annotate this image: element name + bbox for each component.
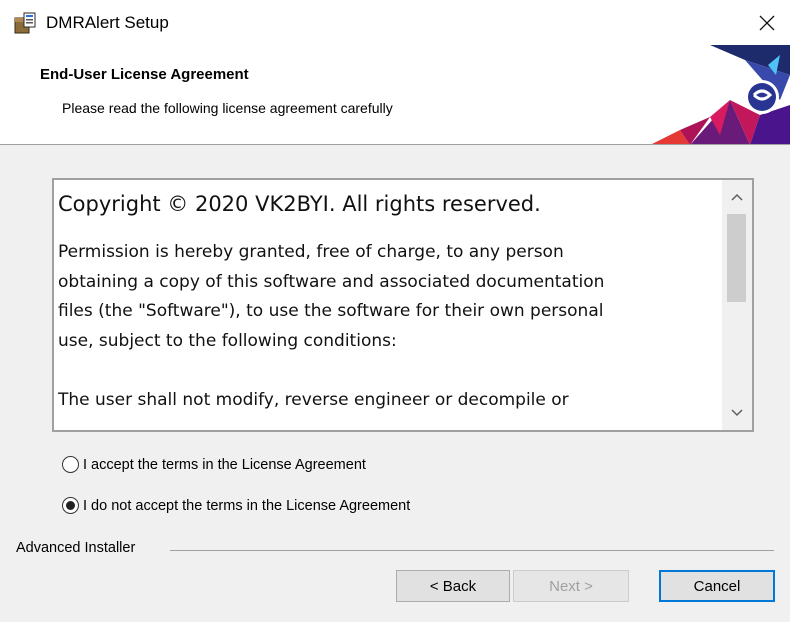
license-line: files (the "Software"), to use the softw… bbox=[58, 301, 604, 321]
vertical-scrollbar[interactable] bbox=[722, 180, 752, 430]
license-line: Permission is hereby granted, free of ch… bbox=[58, 242, 564, 262]
license-line bbox=[58, 356, 726, 386]
page-subtitle: Please read the following license agreem… bbox=[62, 100, 393, 116]
license-content: Copyright © 2020 VK2BYI. All rights rese… bbox=[58, 188, 726, 415]
back-button[interactable]: < Back bbox=[396, 570, 510, 602]
accept-radio[interactable] bbox=[62, 456, 79, 473]
window-title: DMRAlert Setup bbox=[46, 13, 169, 32]
decline-label: I do not accept the terms in the License… bbox=[83, 497, 411, 514]
page-title: End-User License Agreement bbox=[40, 66, 249, 83]
scroll-up-button[interactable] bbox=[722, 180, 752, 214]
scroll-down-button[interactable] bbox=[722, 396, 752, 430]
license-line: obtaining a copy of this software and as… bbox=[58, 271, 605, 292]
scroll-thumb[interactable] bbox=[727, 214, 746, 302]
accept-label: I accept the terms in the License Agreem… bbox=[83, 456, 366, 473]
decline-option[interactable]: I do not accept the terms in the License… bbox=[62, 497, 410, 514]
close-button[interactable] bbox=[744, 0, 790, 45]
radio-selected-dot bbox=[66, 501, 75, 510]
license-text-box[interactable]: Copyright © 2020 VK2BYI. All rights rese… bbox=[52, 178, 754, 432]
close-icon bbox=[759, 15, 775, 30]
license-copyright: Copyright © 2020 VK2BYI. All rights rese… bbox=[58, 192, 541, 216]
cancel-button[interactable]: Cancel bbox=[659, 570, 775, 602]
accept-option[interactable]: I accept the terms in the License Agreem… bbox=[62, 456, 366, 473]
wizard-header: End-User License Agreement Please read t… bbox=[0, 45, 790, 145]
installer-box-icon bbox=[14, 12, 36, 34]
next-button[interactable]: Next > bbox=[513, 570, 629, 602]
chevron-up-icon bbox=[731, 193, 743, 201]
installer-brand-separator: Advanced Installer bbox=[0, 537, 790, 561]
banner-logo-art bbox=[652, 45, 790, 144]
installer-brand-label: Advanced Installer bbox=[16, 540, 136, 556]
license-line: use, subject to the following conditions… bbox=[58, 330, 397, 351]
title-bar: DMRAlert Setup bbox=[0, 0, 790, 45]
chevron-down-icon bbox=[731, 409, 743, 417]
decline-radio[interactable] bbox=[62, 497, 79, 514]
license-line: The user shall not modify, reverse engin… bbox=[58, 389, 569, 410]
separator-line bbox=[170, 550, 774, 551]
